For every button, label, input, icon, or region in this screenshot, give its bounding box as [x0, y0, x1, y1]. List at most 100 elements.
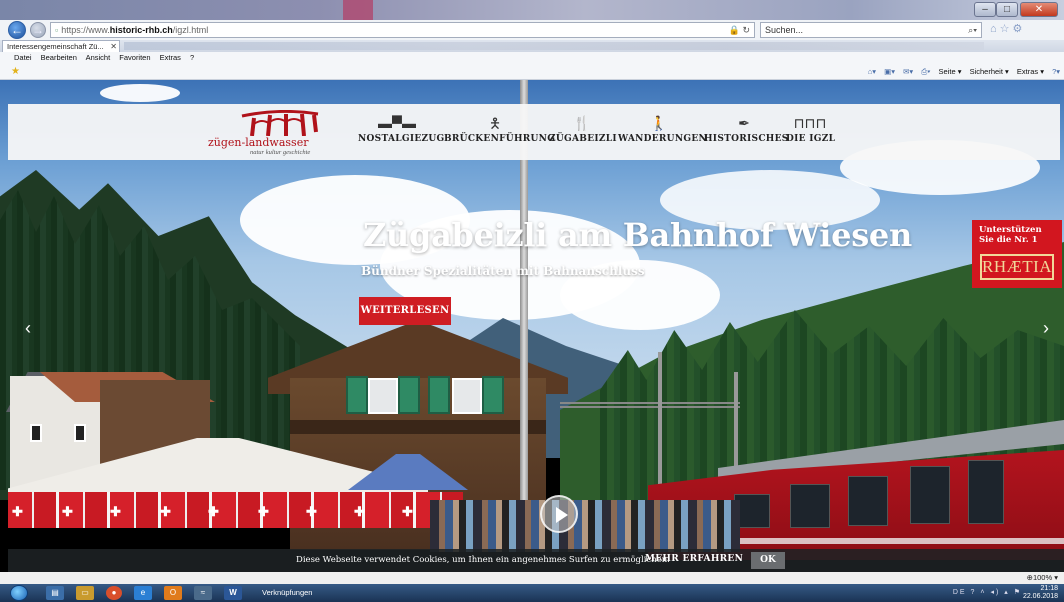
train-window — [968, 460, 1004, 524]
tab-title: Interessengemeinschaft Zü... — [7, 42, 104, 51]
crowd — [430, 500, 740, 552]
explorer-task-icon[interactable]: ▤ — [46, 586, 64, 600]
help-tray-icon[interactable]: ? — [971, 589, 977, 596]
refresh-icon[interactable]: ↻ — [742, 25, 750, 35]
close-button[interactable]: ✕ — [1020, 2, 1058, 17]
tab-active[interactable]: Interessengemeinschaft Zü... ✕ — [2, 40, 120, 52]
menu-datei[interactable]: Datei — [14, 53, 32, 62]
cookie-banner: Diese Webseite verwendet Cookies, um Ihn… — [8, 549, 1064, 572]
cmd-extras[interactable]: Extras ▾ — [1017, 67, 1044, 76]
search-placeholder: Suchen... — [765, 25, 804, 35]
favorites-star-icon[interactable]: ★ — [11, 66, 20, 77]
blurred-toolbar — [124, 42, 984, 50]
outlook-task-icon[interactable]: O — [164, 586, 182, 600]
cookie-more-link[interactable]: MEHR ERFAHREN — [645, 554, 743, 564]
ie-task-icon[interactable]: e — [134, 586, 152, 600]
clock-date: 22.06.2018 — [1022, 593, 1058, 600]
support-text: Unterstützen Sie die Nr. 1 — [979, 225, 1042, 245]
network-icon[interactable]: ▴ — [1004, 589, 1010, 596]
address-bar[interactable]: ▫ https://www.historic-rhb.ch/igzl.html 🔒… — [50, 22, 755, 38]
swiss-cross-icon: ✚ — [160, 504, 171, 519]
nav-brueckenfuehrung[interactable]: 🯅 BRÜCKENFÜHRUNG — [444, 112, 555, 150]
titlebar-highlight — [343, 0, 373, 20]
url-prefix: https://www. — [61, 25, 110, 35]
lock-icon[interactable]: 🔒 — [729, 25, 740, 35]
chalet-window — [452, 378, 482, 414]
clock[interactable]: 21:18 22.06.2018 — [1023, 585, 1058, 601]
zoom-value: 100% — [1032, 573, 1053, 582]
nav-die-igzl[interactable]: ⊓⊓⊓ DIE IGZL — [786, 112, 836, 150]
taskbar: ▤ ▭ ● e O ≈ W Verknüpfungen DE ? ˄ ◂) ▴ … — [0, 584, 1064, 602]
cookie-text: Diese Webseite verwendet Cookies, um Ihn… — [296, 555, 670, 565]
menu-help[interactable]: ? — [190, 53, 194, 62]
network-task-icon[interactable]: ≈ — [194, 586, 212, 600]
cloud — [100, 84, 180, 102]
nav-historisches[interactable]: ✒ HISTORISCHES — [704, 112, 788, 150]
swiss-flag-garland — [8, 492, 463, 528]
minimize-button[interactable]: – — [974, 2, 996, 17]
rhaetia-logo: RHÆTIA — [980, 254, 1054, 280]
chevron-up-icon[interactable]: ˄ — [980, 589, 986, 596]
catenary-wire — [560, 402, 740, 408]
window-titlebar: – □ ✕ — [0, 0, 1064, 20]
swiss-cross-icon: ✚ — [306, 504, 317, 519]
house-window — [74, 424, 86, 442]
swiss-cross-icon: ✚ — [110, 504, 121, 519]
folder-task-icon[interactable]: ▭ — [76, 586, 94, 600]
chalet-shutter — [428, 376, 450, 414]
arrow-right-icon: → — [32, 23, 44, 37]
lang-indicator[interactable]: DE — [953, 589, 967, 596]
logo-name[interactable]: zügen-landwasser — [208, 136, 308, 149]
chrome-task-icon[interactable]: ● — [106, 586, 122, 600]
search-input[interactable]: Suchen... ⌕▾ — [760, 22, 982, 38]
star-icon[interactable]: ☆ — [1000, 23, 1013, 35]
mail-icon[interactable]: ✉▾ — [903, 67, 913, 76]
cookie-ok-button[interactable]: OK — [751, 552, 785, 569]
viaduct-logo-icon[interactable] — [240, 110, 320, 136]
swiss-cross-icon: ✚ — [208, 504, 219, 519]
nav-label: ZÜGABEIZLI — [549, 134, 617, 144]
nav-zuegabeizli[interactable]: 🍴 ZÜGABEIZLI — [549, 112, 617, 150]
play-video-icon[interactable] — [540, 495, 578, 533]
tab-close-icon[interactable]: ✕ — [110, 41, 117, 52]
word-task-icon[interactable]: W — [224, 586, 242, 600]
clock-time: 21:18 — [1040, 585, 1058, 592]
nav-wanderungen[interactable]: 🚶 WANDERUNGEN — [618, 112, 708, 150]
feeds-icon[interactable]: ▣▾ — [884, 67, 895, 76]
cmd-sicherheit[interactable]: Sicherheit ▾ — [970, 67, 1009, 76]
volume-icon[interactable]: ◂) — [990, 589, 1000, 596]
help-icon[interactable]: ?▾ — [1052, 67, 1060, 76]
nav-label: DIE IGZL — [786, 134, 836, 144]
nav-nostalgiezug[interactable]: ▬▀▬ NOSTALGIEZUG — [358, 112, 445, 150]
nav-label: WANDERUNGEN — [618, 134, 708, 144]
gear-icon[interactable]: ⚙ — [1013, 23, 1026, 35]
tray-icons: DE ? ˄ ◂) ▴ ⚑ — [953, 588, 1022, 596]
search-icon[interactable]: ⌕▾ — [968, 23, 977, 37]
hero-subtitle: Bündner Spezialitäten mit Bahnanschluss — [361, 264, 645, 278]
menu-favoriten[interactable]: Favoriten — [119, 53, 150, 62]
print-icon[interactable]: ⎙▾ — [921, 67, 930, 76]
home-cmd-icon[interactable]: ⌂▾ — [868, 67, 876, 76]
support-badge[interactable]: Unterstützen Sie die Nr. 1 RHÆTIA — [972, 220, 1062, 288]
forward-button[interactable]: → — [30, 22, 46, 38]
menu-ansicht[interactable]: Ansicht — [86, 53, 111, 62]
cmd-seite[interactable]: Seite ▾ — [939, 67, 962, 76]
chalet-window — [368, 378, 398, 414]
slider-next-icon[interactable]: › — [1038, 316, 1054, 340]
flag-icon[interactable]: ⚑ — [1014, 589, 1022, 596]
start-button-icon[interactable] — [10, 585, 28, 601]
maximize-button[interactable]: □ — [996, 2, 1018, 17]
menu-bearbeiten[interactable]: Bearbeiten — [41, 53, 77, 62]
read-more-button[interactable]: WEITERLESEN — [359, 297, 451, 325]
menu-extras[interactable]: Extras — [160, 53, 181, 62]
browser-chrome: – □ ✕ ← → ▫ https://www.historic-rhb.ch/i… — [0, 0, 1064, 80]
back-button[interactable]: ← — [8, 21, 26, 39]
zoom-level[interactable]: ⊕100% ▾ — [1027, 573, 1058, 582]
nav-label: NOSTALGIEZUG — [358, 134, 445, 144]
menu-bar: Datei Bearbeiten Ansicht Favoriten Extra… — [0, 52, 1064, 64]
home-icon[interactable]: ⌂ — [990, 23, 1000, 35]
taskbar-toolbar-label[interactable]: Verknüpfungen — [262, 588, 312, 597]
swiss-cross-icon: ✚ — [12, 504, 23, 519]
arrow-left-icon: ← — [11, 23, 23, 37]
slider-prev-icon[interactable]: ‹ — [20, 316, 36, 340]
